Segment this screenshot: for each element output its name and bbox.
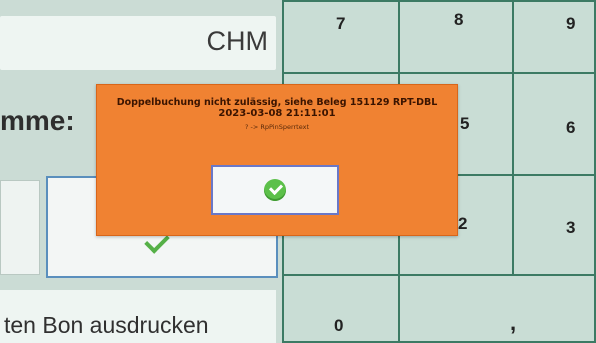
key-label: 6 [566,118,576,137]
key-7[interactable]: 7 [282,0,400,74]
pos-screen: CHM mme: ten Bon ausdrucken 7 8 9 5 6 2 [0,0,596,343]
key-8[interactable]: 8 [398,0,514,74]
key-label: 5 [460,114,470,133]
key-label: 0 [334,316,344,335]
key-9[interactable]: 9 [512,0,596,74]
currency-field[interactable]: CHM [0,16,276,70]
key-label: 2 [458,214,468,233]
key-6[interactable]: 6 [512,72,596,176]
print-receipt-button[interactable]: ten Bon ausdrucken [0,290,276,343]
print-receipt-label: ten Bon ausdrucken [4,312,209,338]
key-label: 9 [566,14,576,33]
option-box-left[interactable] [0,180,40,275]
key-label: 8 [454,10,464,29]
key-label: 3 [566,218,576,237]
key-comma[interactable]: , [398,274,596,343]
currency-label: CHM [206,26,269,56]
key-label: , [510,310,517,335]
sum-label: mme: [0,105,75,136]
check-circle-icon [264,179,286,201]
key-0[interactable]: 0 [282,274,400,343]
error-dialog: Doppelbuchung nicht zulässig, siehe Bele… [96,84,458,236]
error-timestamp: 2023-03-08 21:11:01 [218,108,336,119]
error-message: Doppelbuchung nicht zulässig, siehe Bele… [116,97,438,108]
ok-button[interactable] [211,165,339,215]
key-3[interactable]: 3 [512,174,596,276]
error-subtext: ? -> RpPinSperrtext [244,123,310,131]
key-label: 7 [336,14,346,33]
